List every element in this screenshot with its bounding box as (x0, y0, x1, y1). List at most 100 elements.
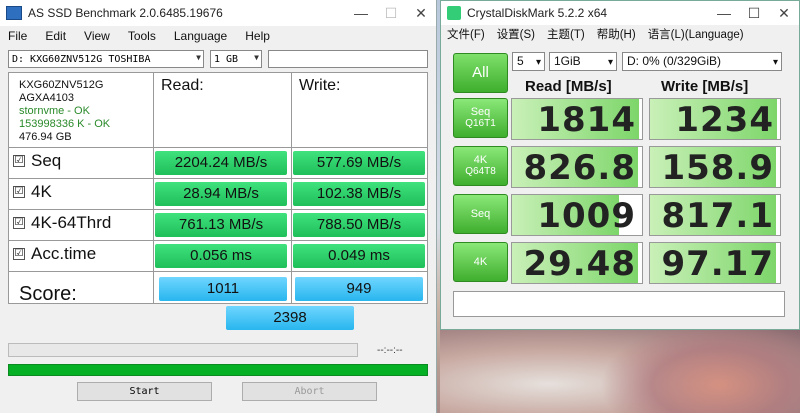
drive-select-value: D: KXG60ZNV512G TOSHIBA (12, 53, 151, 65)
score-write: 949 (295, 277, 423, 301)
4k-q64t8-write-text: 158.9 (661, 148, 774, 188)
cdm-title: CrystalDiskMark 5.2.2 x64 (467, 6, 608, 20)
comment-field[interactable] (453, 291, 785, 317)
write-header: Write: (299, 77, 341, 94)
maximize-icon[interactable]: ☐ (739, 5, 769, 22)
progress-bar-main (8, 364, 428, 376)
test-label: 4K (473, 154, 488, 166)
cdm-titlebar: CrystalDiskMark 5.2.2 x64 — ☐ ✕ (441, 1, 799, 25)
menu-file[interactable]: File (8, 29, 27, 43)
menu-theme[interactable]: 主题(T) (547, 26, 585, 42)
close-icon[interactable]: ✕ (769, 5, 799, 22)
row-4k-label: 4K (31, 182, 52, 201)
drive-alignment-status: 153998336 K - OK (19, 118, 111, 130)
test-seq-button[interactable]: Seq (453, 194, 508, 234)
test-label: 4K (473, 256, 488, 268)
progress-time: --:--:-- (377, 345, 403, 356)
extra-field[interactable] (268, 50, 428, 68)
seq-read-value: 2204.24 MB/s (155, 151, 287, 175)
divider (9, 147, 427, 148)
test-4k-q64t8-button[interactable]: 4K Q64T8 (453, 146, 508, 186)
crystaldiskmark-window: CrystalDiskMark 5.2.2 x64 — ☐ ✕ 文件(F) 设置… (440, 0, 800, 330)
seq-q16t1-write-text: 1234 (675, 100, 774, 140)
test-seq-q16t1-button[interactable]: Seq Q16T1 (453, 98, 508, 138)
4k-read-value: 29.48 (511, 242, 643, 284)
size-select[interactable]: 1 GB ▼ (210, 50, 262, 68)
row-4k[interactable]: ☑ 4K (13, 182, 52, 202)
seq-read-value: 1009 (511, 194, 643, 236)
seq-q16t1-read-text: 1814 (537, 100, 636, 140)
menu-help[interactable]: Help (245, 29, 270, 43)
drive-driver-status: stornvme - OK (19, 105, 90, 117)
write-header: Write [MB/s] (661, 78, 749, 95)
4k-read-text: 29.48 (523, 244, 636, 284)
read-header: Read [MB/s] (525, 78, 612, 95)
close-icon[interactable]: ✕ (406, 5, 436, 22)
start-button[interactable]: Start (77, 382, 212, 401)
4k-write-text: 97.17 (661, 244, 774, 284)
as-ssd-window: AS SSD Benchmark 2.0.6485.19676 — ☐ ✕ Fi… (0, 0, 437, 413)
drive-info: KXG60ZNV512G AGXA4103 stornvme - OK 1539… (19, 79, 110, 144)
minimize-icon[interactable]: — (709, 5, 739, 21)
checkbox-checked-icon[interactable]: ☑ (13, 155, 25, 167)
checkbox-checked-icon[interactable]: ☑ (13, 248, 25, 260)
acc-time-read-value: 0.056 ms (155, 244, 287, 268)
4k-read-value: 28.94 MB/s (155, 182, 287, 206)
menu-language[interactable]: Language (174, 29, 227, 43)
as-ssd-menubar: File Edit View Tools Language Help (0, 26, 436, 46)
drive-select-value: D: 0% (0/329GiB) (627, 54, 722, 68)
drive-select[interactable]: D: KXG60ZNV512G TOSHIBA ▼ (8, 50, 204, 68)
all-button[interactable]: All (453, 53, 508, 93)
menu-view[interactable]: View (84, 29, 110, 43)
divider (9, 209, 427, 210)
drive-model: KXG60ZNV512G (19, 79, 104, 91)
divider (153, 73, 154, 303)
divider (291, 73, 292, 303)
test-sublabel: Q64T8 (465, 166, 496, 177)
minimize-icon[interactable]: — (346, 5, 376, 21)
count-select-value: 5 (517, 54, 524, 68)
checkbox-checked-icon[interactable]: ☑ (13, 186, 25, 198)
as-ssd-app-icon (6, 6, 22, 20)
menu-edit[interactable]: Edit (45, 29, 66, 43)
chevron-down-icon: ▼ (254, 53, 259, 62)
seq-q16t1-write-value: 1234 (649, 98, 781, 140)
size-select[interactable]: 1GiB ▾ (549, 52, 617, 71)
4k-write-value: 102.38 MB/s (293, 182, 425, 206)
seq-write-text: 817.1 (661, 196, 774, 236)
as-ssd-results-grid: KXG60ZNV512G AGXA4103 stornvme - OK 1539… (8, 72, 428, 305)
as-ssd-title: AS SSD Benchmark 2.0.6485.19676 (28, 6, 223, 20)
row-seq[interactable]: ☑ Seq (13, 151, 61, 171)
4k-q64t8-read-value: 826.8 (511, 146, 643, 188)
chevron-down-icon: ▾ (607, 57, 613, 68)
menu-tools[interactable]: Tools (128, 29, 156, 43)
size-select-value: 1 GB (214, 53, 239, 65)
menu-settings[interactable]: 设置(S) (497, 26, 535, 42)
seq-write-value: 577.69 MB/s (293, 151, 425, 175)
desktop-background-accent (600, 320, 800, 413)
maximize-icon[interactable]: ☐ (376, 5, 406, 22)
count-select[interactable]: 5 ▾ (512, 52, 545, 71)
drive-select[interactable]: D: 0% (0/329GiB) ▾ (622, 52, 782, 71)
cdm-menubar: 文件(F) 设置(S) 主题(T) 帮助(H) 语言(L)(Language) (441, 25, 799, 43)
chevron-down-icon: ▼ (196, 53, 201, 62)
menu-file[interactable]: 文件(F) (447, 26, 485, 42)
test-4k-button[interactable]: 4K (453, 242, 508, 282)
4k-64thrd-read-value: 761.13 MB/s (155, 213, 287, 237)
as-ssd-selectors: D: KXG60ZNV512G TOSHIBA ▼ 1 GB ▼ (8, 50, 428, 68)
menu-help[interactable]: 帮助(H) (597, 26, 636, 42)
row-4k-64thrd[interactable]: ☑ 4K-64Thrd (13, 213, 111, 233)
test-label: Seq (470, 106, 491, 118)
chevron-down-icon: ▾ (535, 57, 541, 68)
4k-q64t8-read-text: 826.8 (523, 148, 636, 188)
row-seq-label: Seq (31, 151, 62, 170)
divider (9, 178, 427, 179)
abort-button[interactable]: Abort (242, 382, 377, 401)
checkbox-checked-icon[interactable]: ☑ (13, 217, 25, 229)
menu-language[interactable]: 语言(L)(Language) (648, 26, 744, 42)
row-acc-time[interactable]: ☑ Acc.time (13, 244, 96, 264)
seq-q16t1-read-value: 1814 (511, 98, 643, 140)
divider (9, 271, 427, 272)
size-select-value: 1GiB (554, 54, 581, 68)
score-label: Score: (19, 283, 77, 305)
